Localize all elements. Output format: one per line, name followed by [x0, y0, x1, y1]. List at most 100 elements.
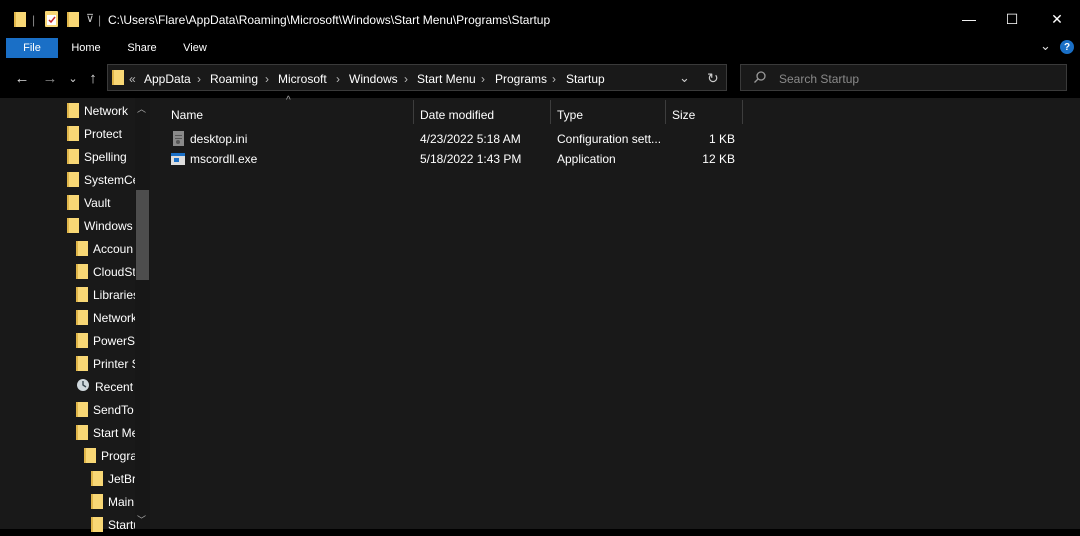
tree-item-label: Progra	[101, 448, 135, 463]
chevron-right-icon[interactable]: ›	[265, 72, 269, 86]
chevron-right-icon[interactable]: ›	[481, 72, 485, 86]
file-size: 12 KB	[702, 152, 735, 166]
tree-item-label: PowerSh	[93, 333, 135, 348]
properties-icon[interactable]	[45, 11, 58, 27]
file-row[interactable]: mscordll.exe 5/18/2022 1:43 PM Applicati…	[165, 149, 745, 169]
folder-icon	[67, 126, 79, 141]
chevron-right-icon[interactable]: ›	[336, 72, 340, 86]
scrollbar-thumb[interactable]	[136, 190, 149, 280]
folder-icon	[91, 517, 103, 532]
chevron-right-icon[interactable]: ›	[197, 72, 201, 86]
file-row[interactable]: desktop.ini 4/23/2022 5:18 AM Configurat…	[165, 129, 745, 149]
column-header-type[interactable]: Type	[557, 104, 583, 126]
chevron-right-icon[interactable]: ›	[552, 72, 556, 86]
tree-item[interactable]: Main	[91, 490, 135, 513]
folder-icon	[14, 12, 26, 27]
folder-icon	[76, 287, 88, 302]
tree-item-label: Spelling	[84, 149, 127, 164]
new-folder-icon[interactable]	[67, 12, 79, 27]
divider: |	[98, 13, 102, 27]
folder-icon	[67, 149, 79, 164]
help-icon[interactable]: ?	[1060, 40, 1074, 54]
column-header-date-modified[interactable]: Date modified	[420, 104, 494, 126]
breadcrumb-start-menu[interactable]: Start Menu	[417, 72, 476, 86]
minimize-button[interactable]: —	[946, 4, 992, 34]
tree-item[interactable]: CloudSt	[76, 260, 135, 283]
tree-item[interactable]: Recent I	[76, 375, 135, 398]
customize-toolbar-icon[interactable]: ⊽	[86, 12, 94, 25]
forward-button[interactable]: →	[40, 67, 60, 89]
recent-locations-button[interactable]: ⌄	[63, 67, 83, 89]
address-dropdown-icon[interactable]: ⌄	[679, 70, 690, 86]
ribbon-collapse-icon[interactable]: ⌄	[1040, 38, 1051, 54]
column-divider[interactable]	[413, 100, 414, 124]
tab-home[interactable]: Home	[62, 38, 110, 58]
close-button[interactable]: ✕	[1034, 4, 1080, 34]
scroll-up-arrow[interactable]: ︿	[137, 102, 146, 115]
up-button[interactable]: ↑	[83, 67, 103, 89]
folder-icon	[112, 70, 124, 85]
tree-item[interactable]: Libraries	[76, 283, 135, 306]
folder-icon	[76, 333, 88, 348]
column-header-size[interactable]: Size	[672, 104, 695, 126]
column-header-name[interactable]: Name	[171, 104, 203, 126]
folder-icon	[76, 425, 88, 440]
tree-item[interactable]: Progra	[84, 444, 135, 467]
tree-item-label: Startu	[108, 517, 135, 532]
back-button[interactable]: ←	[12, 67, 32, 89]
tree-item[interactable]: JetBr	[91, 467, 135, 490]
search-input[interactable]: Search Startup	[779, 72, 859, 86]
breadcrumb-microsoft[interactable]: Microsoft	[278, 72, 327, 86]
column-divider[interactable]	[550, 100, 551, 124]
tree-item-label: Protect	[84, 126, 123, 141]
tree-item-label: Network	[93, 310, 135, 325]
tree-item[interactable]: Spelling	[67, 145, 135, 168]
tree-item[interactable]: Start Me	[76, 421, 135, 444]
tree-item[interactable]: SendTo	[76, 398, 135, 421]
breadcrumb-windows[interactable]: Windows	[349, 72, 398, 86]
folder-icon	[76, 264, 88, 279]
tree-item-label: Network	[84, 103, 129, 118]
tree-item[interactable]: PowerSh	[76, 329, 135, 352]
file-type: Configuration sett...	[557, 132, 662, 146]
tab-share[interactable]: Share	[118, 38, 166, 58]
folder-icon	[84, 448, 96, 463]
tree-item-label: JetBr	[108, 471, 135, 486]
folder-icon	[91, 494, 103, 509]
tree-item-label: Libraries	[93, 287, 135, 302]
config-file-icon	[172, 131, 185, 149]
tree-item-label: CloudSt	[93, 264, 135, 279]
tree-item-label: SendTo	[93, 402, 134, 417]
tree-item[interactable]: Vault	[67, 191, 135, 214]
tree-item[interactable]: Printer S	[76, 352, 135, 375]
breadcrumb-appdata[interactable]: AppData	[144, 72, 191, 86]
tree-item-label: Recent I	[95, 379, 135, 394]
tree-item-label: Accoun	[93, 241, 134, 256]
divider: |	[32, 13, 36, 27]
tab-file[interactable]: File	[6, 38, 58, 58]
breadcrumb-roaming[interactable]: Roaming	[210, 72, 258, 86]
tree-item-label: Printer S	[93, 356, 135, 371]
maximize-button[interactable]: ☐	[989, 4, 1035, 34]
refresh-icon[interactable]: ↻	[707, 70, 719, 87]
breadcrumb-startup[interactable]: Startup	[566, 72, 605, 86]
column-divider[interactable]	[742, 100, 743, 124]
tab-view[interactable]: View	[172, 38, 218, 58]
tree-item[interactable]: Protect	[67, 122, 135, 145]
tree-item[interactable]: Windows	[67, 214, 135, 237]
scroll-down-arrow[interactable]: ﹀	[137, 513, 146, 526]
file-size: 1 KB	[708, 132, 735, 146]
tree-item[interactable]: Accoun	[76, 237, 135, 260]
tree-item[interactable]: SystemCe	[67, 168, 135, 191]
tree-item[interactable]: Startu	[91, 513, 135, 536]
folder-icon	[91, 471, 103, 486]
tree-item[interactable]: Network	[76, 306, 135, 329]
folder-icon	[67, 172, 79, 187]
folder-icon	[76, 356, 88, 371]
chevron-right-icon[interactable]: ›	[404, 72, 408, 86]
column-divider[interactable]	[665, 100, 666, 124]
breadcrumb-overflow[interactable]: «	[129, 72, 136, 86]
breadcrumb-programs[interactable]: Programs	[495, 72, 547, 86]
navigation-pane-scrollbar[interactable]	[135, 98, 150, 529]
tree-item[interactable]: Network	[67, 99, 135, 122]
